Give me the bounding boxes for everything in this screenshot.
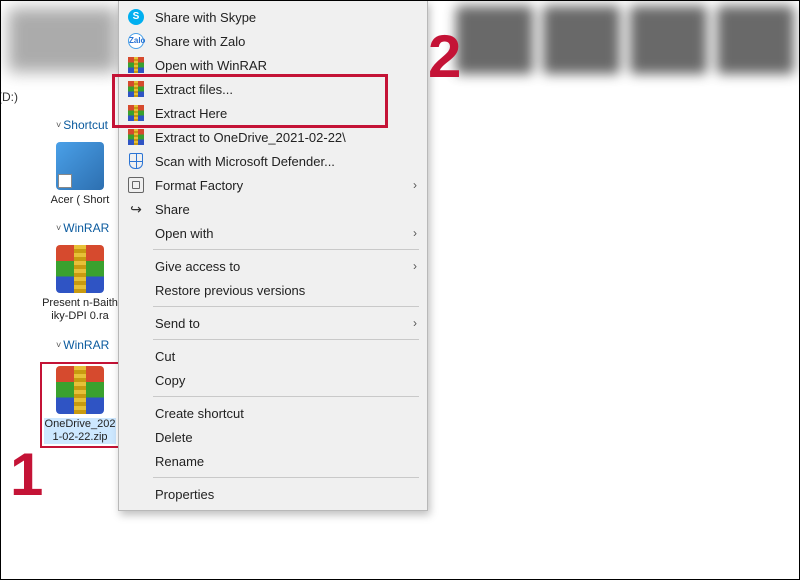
menu-item-format-factory[interactable]: Format Factory› bbox=[119, 173, 427, 197]
menu-item-restore-prev[interactable]: Restore previous versions bbox=[119, 278, 427, 302]
menu-item-properties[interactable]: Properties bbox=[119, 482, 427, 506]
blurred-thumbnails-right bbox=[450, 0, 800, 80]
menu-item-rename[interactable]: Rename bbox=[119, 449, 427, 473]
submenu-arrow-icon: › bbox=[413, 178, 417, 192]
submenu-arrow-icon: › bbox=[413, 226, 417, 240]
chevron-down-icon: ˅ bbox=[56, 223, 61, 233]
group-winrar-2[interactable]: ˅ WinRAR bbox=[0, 334, 100, 356]
defender-shield-icon bbox=[129, 153, 143, 169]
menu-item-label: Properties bbox=[155, 487, 417, 502]
menu-item-label: Restore previous versions bbox=[155, 283, 417, 298]
menu-item-label: Delete bbox=[155, 430, 417, 445]
menu-item-cut[interactable]: Cut bbox=[119, 344, 427, 368]
group-winrar-1[interactable]: ˅ WinRAR bbox=[0, 217, 100, 239]
zalo-icon: Zalo bbox=[128, 33, 144, 49]
share-icon: ↪ bbox=[130, 201, 142, 218]
chevron-down-icon: ˅ bbox=[56, 120, 61, 130]
menu-separator bbox=[153, 339, 419, 340]
file-onedrive-zip-selected[interactable]: OneDrive_2021-02-22.zip bbox=[40, 362, 120, 448]
format-factory-icon bbox=[128, 177, 144, 193]
menu-item-label: Share bbox=[155, 202, 417, 217]
menu-item-copy[interactable]: Copy bbox=[119, 368, 427, 392]
submenu-arrow-icon: › bbox=[413, 259, 417, 273]
menu-item-label: Give access to bbox=[155, 259, 413, 274]
menu-item-label: Scan with Microsoft Defender... bbox=[155, 154, 417, 169]
menu-item-send-to[interactable]: Send to› bbox=[119, 311, 427, 335]
menu-separator bbox=[153, 306, 419, 307]
skype-icon: S bbox=[128, 9, 144, 25]
menu-separator bbox=[153, 249, 419, 250]
menu-item-share-skype[interactable]: S Share with Skype bbox=[119, 5, 427, 29]
file-pane: ˅ Shortcut Acer ( Short ˅ WinRAR Present… bbox=[0, 70, 100, 458]
winrar-icon bbox=[128, 57, 144, 73]
menu-separator bbox=[153, 396, 419, 397]
menu-item-label: Rename bbox=[155, 454, 417, 469]
file-present-rar[interactable]: Present n-Baith iky-DPI 0.ra bbox=[40, 245, 120, 323]
annotation-2: 2 bbox=[428, 22, 461, 91]
menu-item-share-zalo[interactable]: Zalo Share with Zalo bbox=[119, 29, 427, 53]
menu-item-label: Share with Zalo bbox=[155, 34, 417, 49]
menu-item-label: Extract to OneDrive_2021-02-22\ bbox=[155, 130, 417, 145]
menu-item-label: Create shortcut bbox=[155, 406, 417, 421]
submenu-arrow-icon: › bbox=[413, 316, 417, 330]
menu-item-create-shortcut[interactable]: Create shortcut bbox=[119, 401, 427, 425]
menu-item-scan-defender[interactable]: Scan with Microsoft Defender... bbox=[119, 149, 427, 173]
menu-item-give-access[interactable]: Give access to› bbox=[119, 254, 427, 278]
menu-item-label: Share with Skype bbox=[155, 10, 417, 25]
rar-archive-icon bbox=[56, 245, 104, 293]
menu-item-label: Copy bbox=[155, 373, 417, 388]
menu-item-label: Cut bbox=[155, 349, 417, 364]
menu-item-delete[interactable]: Delete bbox=[119, 425, 427, 449]
annotation-box-extract bbox=[112, 74, 388, 128]
chevron-down-icon: ˅ bbox=[56, 340, 61, 350]
file-acer-shortcut[interactable]: Acer ( Short bbox=[40, 142, 120, 207]
menu-item-open-with[interactable]: Open with› bbox=[119, 221, 427, 245]
annotation-1: 1 bbox=[10, 440, 43, 509]
menu-item-label: Format Factory bbox=[155, 178, 413, 193]
group-shortcut[interactable]: ˅ Shortcut bbox=[0, 114, 100, 136]
menu-separator bbox=[153, 477, 419, 478]
menu-item-extract-to[interactable]: Extract to OneDrive_2021-02-22\ bbox=[119, 125, 427, 149]
menu-item-label: Send to bbox=[155, 316, 413, 331]
menu-item-label: Open with bbox=[155, 226, 413, 241]
shortcut-icon bbox=[56, 142, 104, 190]
zip-archive-icon bbox=[56, 366, 104, 414]
menu-item-label: Open with WinRAR bbox=[155, 58, 417, 73]
menu-item-share[interactable]: ↪ Share bbox=[119, 197, 427, 221]
winrar-icon bbox=[128, 129, 144, 145]
